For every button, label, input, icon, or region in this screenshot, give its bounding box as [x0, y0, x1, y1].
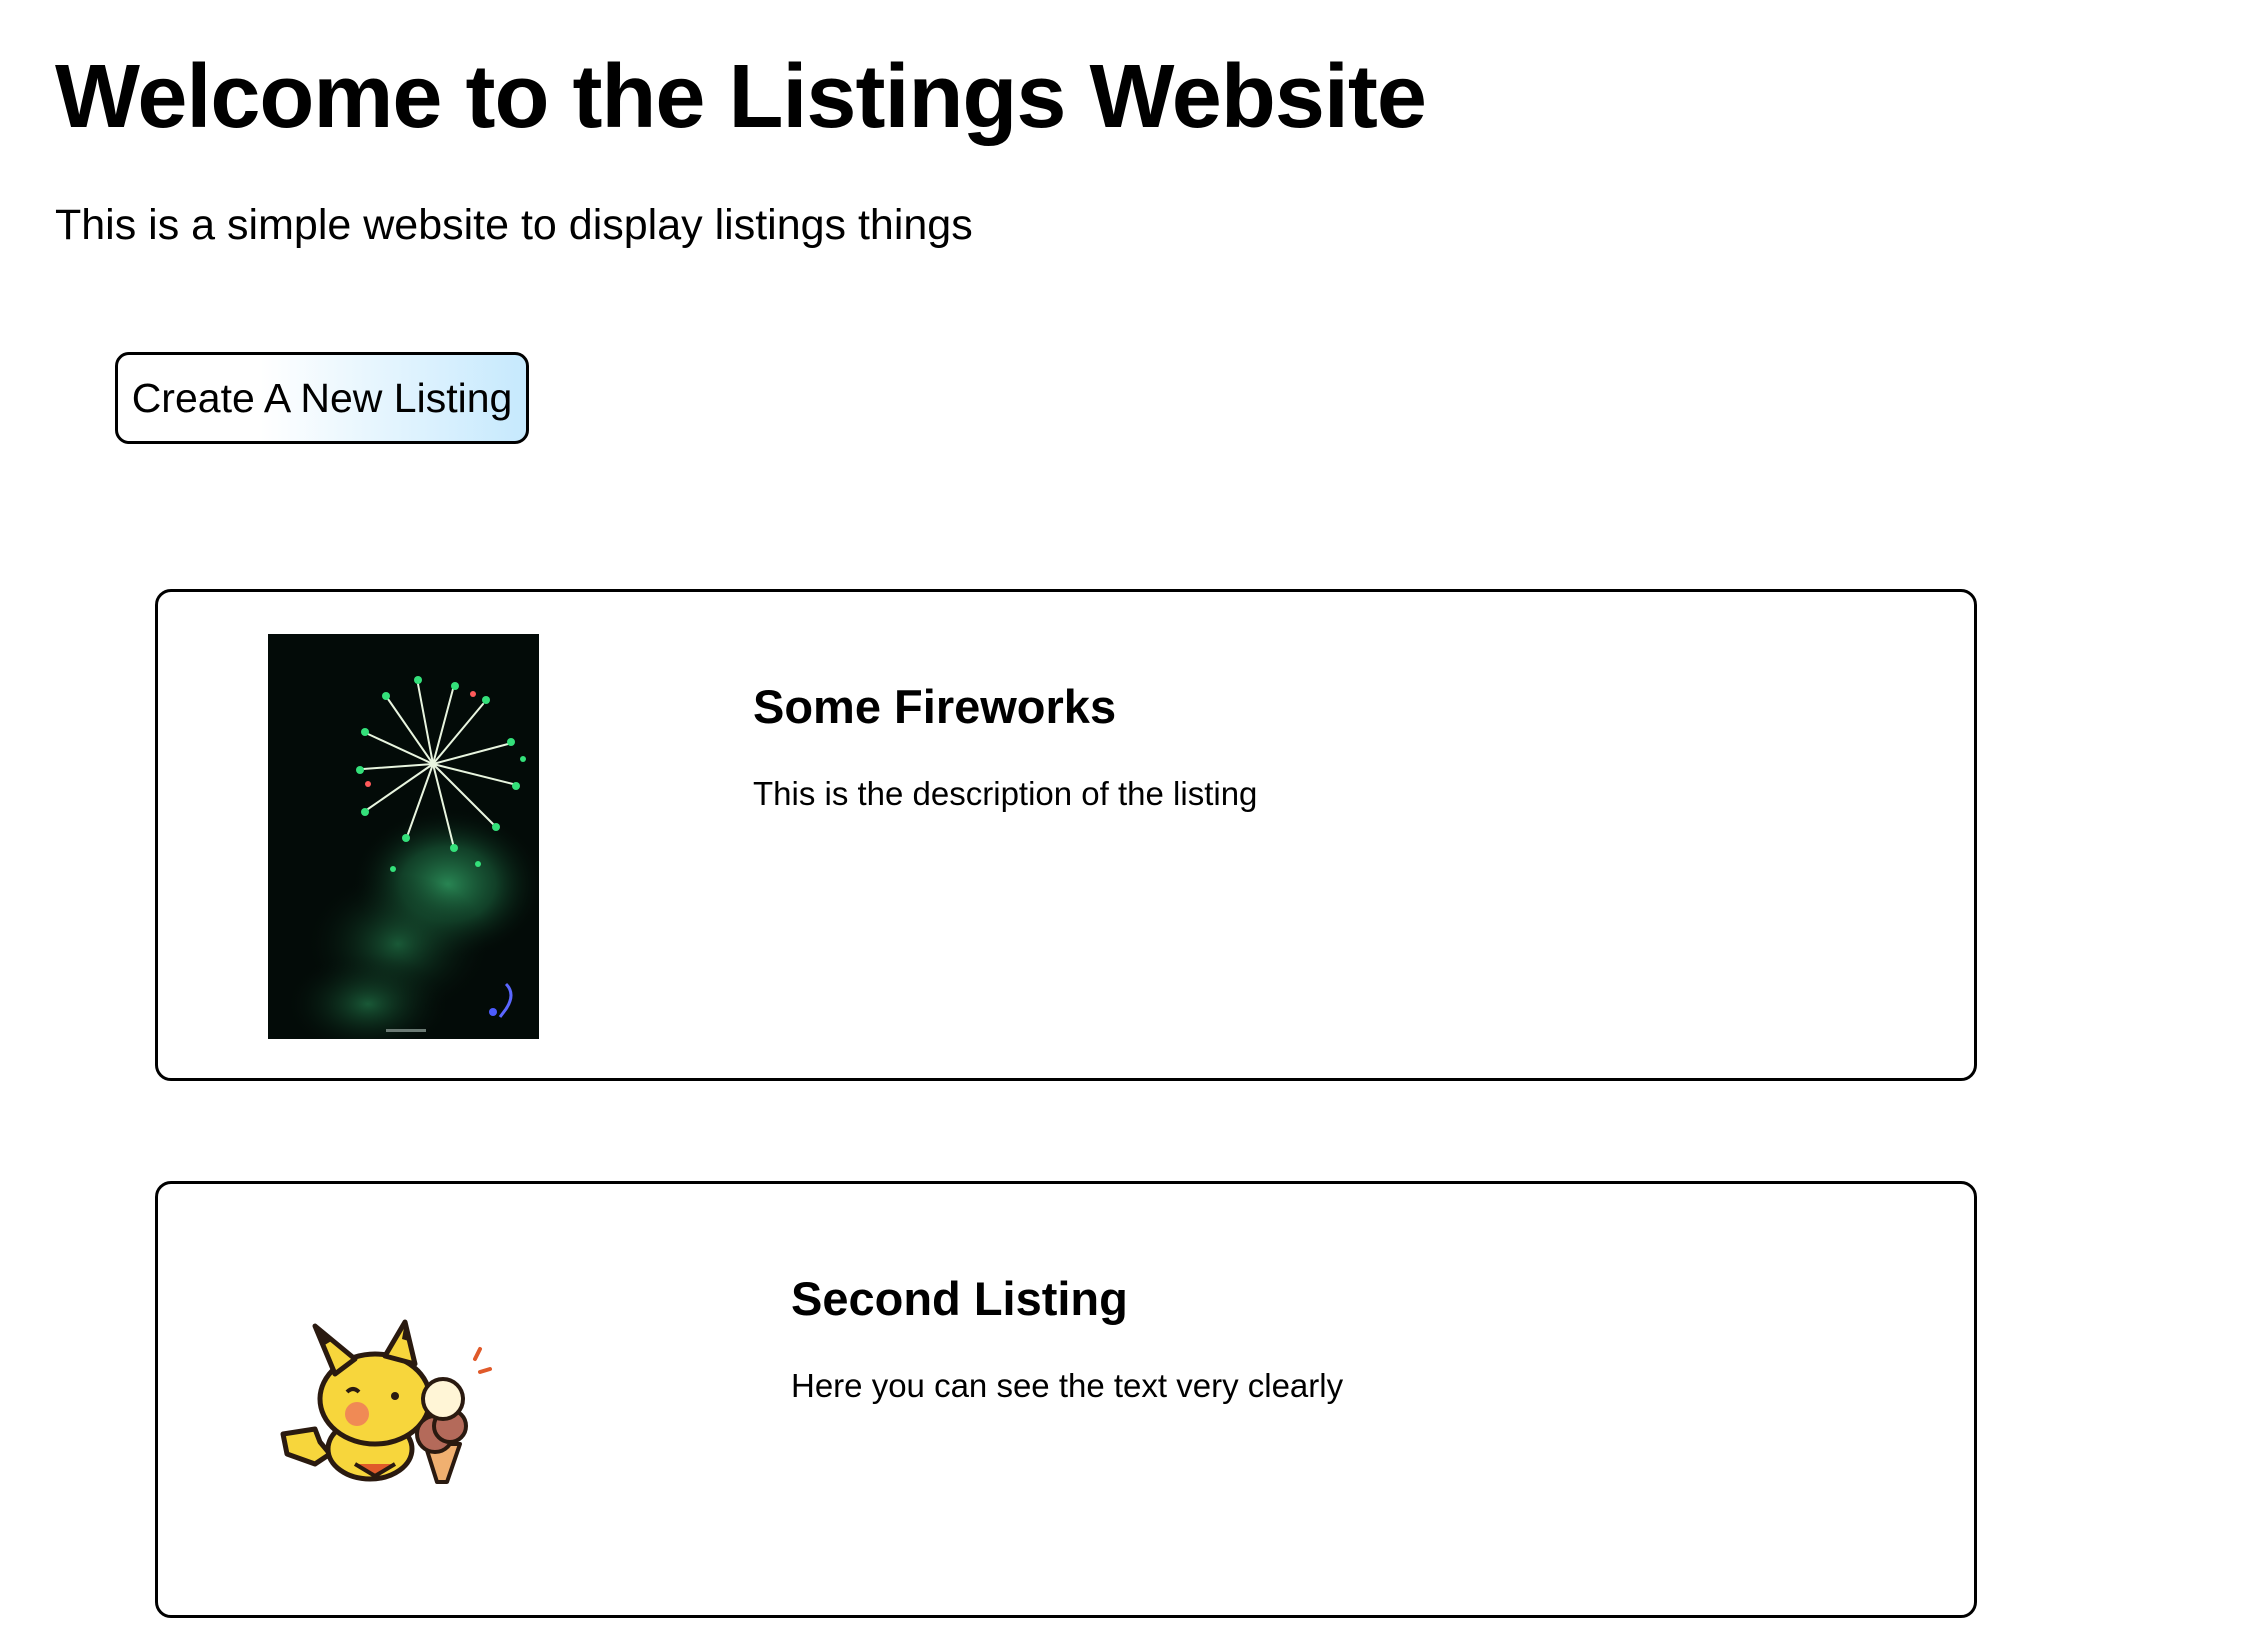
create-listing-button[interactable]: Create A New Listing: [115, 352, 529, 444]
listing-title: Second Listing: [791, 1272, 1128, 1325]
listing-card: Some Fireworks This is the description o…: [155, 589, 1977, 1081]
listing-title: Some Fireworks: [753, 680, 1117, 733]
listing-image-fireworks: [268, 634, 539, 1039]
page-subtitle: This is a simple website to display list…: [55, 201, 973, 249]
listing-description: This is the description of the listing: [753, 775, 1258, 812]
listing-image-pikachu: [275, 1314, 495, 1489]
listing-description: Here you can see the text very clearly: [791, 1367, 1344, 1404]
listing-card: Second Listing Here you can see the text…: [155, 1181, 1977, 1618]
page-title: Welcome to the Listings Website: [55, 47, 1427, 147]
